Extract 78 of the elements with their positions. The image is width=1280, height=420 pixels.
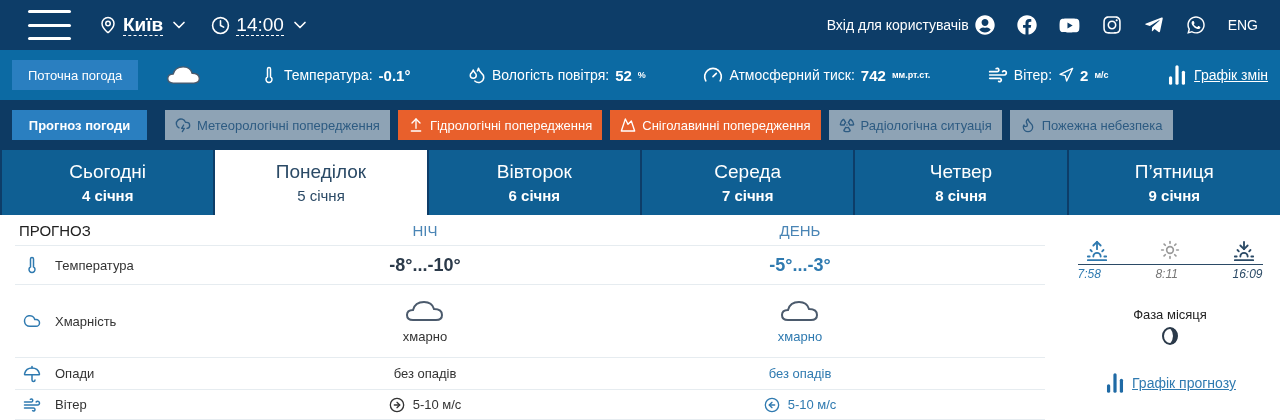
precipitation-value: без опадів <box>768 366 832 381</box>
day-date: 4 січня <box>81 187 134 204</box>
cloud-icon <box>780 298 820 323</box>
umbrella-icon <box>23 364 41 383</box>
whatsapp-icon[interactable] <box>1185 15 1206 35</box>
day-length: 8:11 <box>1155 267 1178 281</box>
day-date: 6 січня <box>508 187 561 204</box>
pressure-value: 742 <box>860 66 886 84</box>
day-name: Сьогодні <box>69 161 146 183</box>
alert-icon <box>838 117 855 133</box>
day-tab[interactable]: Понеділок 5 січня <box>213 150 427 215</box>
row-label: Вітер <box>55 397 87 412</box>
droplet-icon <box>467 66 486 84</box>
clock-icon <box>211 15 231 35</box>
day-date: 5 січня <box>297 187 345 204</box>
temperature-label: Температура: <box>283 67 373 83</box>
wind-value: 2 <box>1080 66 1089 84</box>
wind-value: 5-10 м/с <box>787 397 837 412</box>
pressure-label: Атмосферний тиск: <box>729 67 855 83</box>
wind-unit: м/с <box>1094 70 1109 80</box>
gauge-icon <box>703 65 724 85</box>
sun-icon <box>1160 240 1180 260</box>
temperature-value: -5°...-3° <box>769 254 831 276</box>
alert-tab-button[interactable]: Гідрологічні попередження <box>397 110 603 140</box>
sunrise-time: 7:58 <box>1077 267 1101 281</box>
alert-tab-button[interactable]: Прогноз погоди <box>12 110 147 140</box>
alert-tab-button[interactable]: Сніголавинні попередження <box>610 110 821 140</box>
wind-value: 5-10 м/с <box>412 397 462 412</box>
cloudiness-value: хмарно <box>402 328 448 344</box>
time-selector[interactable]: 14:00 <box>211 14 310 36</box>
precipitation-value: без опадів <box>393 366 457 381</box>
current-weather-button[interactable]: Поточна погода <box>12 60 139 90</box>
day-name: Вівторок <box>496 161 572 183</box>
login-link[interactable]: Вхід для користувачів <box>826 15 995 35</box>
wind-direction-icon <box>1058 67 1075 83</box>
row-label: Хмарність <box>55 313 117 329</box>
menu-icon[interactable] <box>28 10 71 40</box>
humidity-value: 52 <box>615 66 632 84</box>
forecast-title: ПРОГНОЗ <box>18 221 91 239</box>
row-label: Температура <box>55 257 134 273</box>
humidity-label: Вологість повітря: <box>491 67 610 83</box>
cloudiness-value: хмарно <box>777 328 823 344</box>
cloud-icon <box>23 312 41 330</box>
wind-icon <box>23 395 41 414</box>
day-date: 8 січня <box>935 187 987 204</box>
forecast-chart-link[interactable]: Графік прогнозу <box>1132 375 1236 391</box>
language-link[interactable]: ENG <box>1227 17 1258 33</box>
alert-icon <box>175 117 191 133</box>
day-name: Четвер <box>929 161 993 183</box>
map-pin-icon <box>99 16 117 34</box>
temperature-value: -8°...-10° <box>389 254 461 276</box>
change-chart-link[interactable]: Графік змін <box>1194 67 1268 83</box>
day-name: Середа <box>714 161 781 183</box>
sunrise-icon <box>1085 240 1108 262</box>
sunset-icon <box>1232 240 1255 262</box>
column-header: ДЕНЬ <box>779 221 821 239</box>
facebook-icon[interactable] <box>1016 15 1037 35</box>
day-date: 9 січня <box>1148 187 1201 204</box>
row-label: Опади <box>55 366 95 381</box>
column-header: НІЧ <box>412 221 438 239</box>
wind-icon <box>987 65 1008 85</box>
alert-icon <box>620 117 637 133</box>
moon-phase-label: Фаза місяця <box>1133 307 1207 322</box>
city-selector[interactable]: Київ <box>99 14 190 36</box>
sunset-time: 16:09 <box>1232 267 1263 281</box>
user-icon <box>974 15 995 35</box>
cloud-icon <box>166 64 203 86</box>
moon-phase-icon <box>1161 326 1179 346</box>
day-date: 7 січня <box>721 187 774 204</box>
pressure-unit: мм.рт.ст. <box>891 70 931 80</box>
humidity-unit: % <box>637 70 646 80</box>
instagram-icon[interactable] <box>1101 15 1122 35</box>
day-name: Понеділок <box>275 161 367 183</box>
day-name: П’ятниця <box>1134 161 1214 183</box>
wind-label: Вітер: <box>1013 67 1053 83</box>
telegram-icon[interactable] <box>1143 15 1164 35</box>
temperature-value: -0.1° <box>378 66 411 84</box>
cloud-icon <box>405 298 445 323</box>
